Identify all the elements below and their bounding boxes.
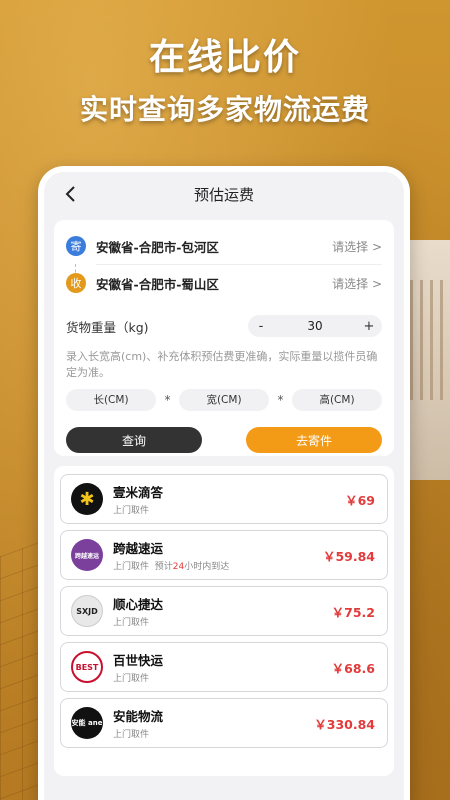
yimidida-logo-icon: ✱: [71, 483, 103, 515]
best-logo-icon: BEST: [71, 651, 103, 683]
sender-address: 安徽省-合肥市-包河区: [96, 239, 219, 255]
carrier-item[interactable]: 安能 ane 安能物流 上门取件 ￥330.84: [60, 698, 388, 748]
carrier-info: 壹米滴答 上门取件: [113, 482, 345, 516]
carrier-item[interactable]: SXJD 顺心捷达 上门取件 ￥75.2: [60, 586, 388, 636]
carrier-item[interactable]: 跨越速运 跨越速运 上门取件 预计24小时内到达 ￥59.84: [60, 530, 388, 580]
carrier-service: 上门取件: [113, 671, 332, 684]
weight-value[interactable]: 30: [274, 319, 356, 333]
carrier-price: ￥330.84: [314, 716, 375, 732]
promo-headline: 在线比价 实时查询多家物流运费: [0, 34, 450, 130]
service-type: 上门取件: [113, 730, 150, 740]
carrier-info: 百世快运 上门取件: [113, 650, 332, 684]
carrier-service: 上门取件: [113, 727, 314, 740]
receiver-badge: 收: [66, 273, 86, 293]
dimension-hint: 录入长宽高(cm)、补充体积预估费更准确，实际重量以揽件员确定为准。: [66, 350, 378, 379]
kuayue-logo-icon: 跨越速运: [71, 539, 103, 571]
sender-badge: 寄: [66, 236, 86, 256]
query-button[interactable]: 查询: [66, 427, 202, 453]
carrier-name: 安能物流: [113, 709, 164, 724]
service-type: 上门取件: [113, 562, 150, 572]
carrier-name: 壹米滴答: [113, 485, 164, 500]
service-type: 上门取件: [113, 674, 150, 684]
weight-label: 货物重量（kg): [66, 319, 149, 335]
length-input[interactable]: [66, 389, 156, 411]
carrier-service: 上门取件: [113, 503, 345, 516]
dimensions-row: * *: [66, 389, 382, 411]
carrier-item[interactable]: ✱ 壹米滴答 上门取件 ￥69: [60, 474, 388, 524]
shunxin-logo-icon: SXJD: [71, 595, 103, 627]
promo-title: 在线比价: [148, 37, 301, 78]
eta-hours: 24: [172, 562, 185, 572]
carrier-service: 上门取件: [113, 615, 332, 628]
carrier-name: 百世快运: [113, 653, 164, 668]
estimate-form: 寄 安徽省-合肥市-包河区 请选择 > 收 安徽省-合肥市-蜀山区 请选择 > …: [54, 220, 394, 456]
action-buttons: 查询 去寄件: [66, 427, 382, 453]
carrier-price: ￥75.2: [331, 604, 375, 620]
carrier-item[interactable]: BEST 百世快运 上门取件 ￥68.6: [60, 642, 388, 692]
carrier-info: 跨越速运 上门取件 预计24小时内到达: [113, 538, 323, 572]
dimension-separator: *: [164, 393, 171, 407]
nav-bar: 预估运费: [44, 172, 404, 216]
height-input[interactable]: [292, 389, 382, 411]
carrier-name: 跨越速运: [113, 541, 164, 556]
carrier-list: ✱ 壹米滴答 上门取件 ￥69 跨越速运 跨越速运 上门取件 预计24小时内到达…: [54, 466, 394, 776]
carrier-price: ￥69: [345, 492, 375, 508]
chevron-left-icon[interactable]: [62, 184, 80, 204]
eta-suffix: 小时内到达: [184, 562, 230, 572]
carrier-service: 上门取件 预计24小时内到达: [113, 559, 323, 572]
receiver-address: 安徽省-合肥市-蜀山区: [96, 276, 219, 292]
carrier-price: ￥68.6: [331, 660, 375, 676]
carrier-name: 顺心捷达: [113, 597, 164, 612]
service-type: 上门取件: [113, 618, 150, 628]
weight-stepper: - 30 +: [248, 315, 382, 337]
eta-prefix: 预计: [154, 562, 173, 572]
carrier-info: 顺心捷达 上门取件: [113, 594, 332, 628]
carrier-info: 安能物流 上门取件: [113, 706, 314, 740]
send-button[interactable]: 去寄件: [246, 427, 382, 453]
ane-logo-icon: 安能 ane: [71, 707, 103, 739]
width-input[interactable]: [179, 389, 269, 411]
receiver-select-link[interactable]: 请选择 >: [332, 275, 382, 292]
promo-subtitle: 实时查询多家物流运费: [79, 93, 370, 126]
service-type: 上门取件: [113, 506, 150, 516]
sender-address-row[interactable]: 寄 安徽省-合肥市-包河区 请选择 >: [66, 228, 382, 264]
weight-increase-button[interactable]: +: [356, 319, 382, 334]
carrier-price: ￥59.84: [322, 548, 375, 564]
phone-screen: 预估运费 寄 安徽省-合肥市-包河区 请选择 > 收 安徽省-合肥市-蜀山区 请…: [38, 166, 410, 800]
weight-row: 货物重量（kg) - 30 +: [66, 309, 382, 343]
sender-select-link[interactable]: 请选择 >: [332, 238, 382, 255]
dimension-separator: *: [277, 393, 284, 407]
weight-decrease-button[interactable]: -: [248, 319, 274, 334]
receiver-address-row[interactable]: 收 安徽省-合肥市-蜀山区 请选择 >: [66, 265, 382, 301]
page-title: 预估运费: [193, 185, 254, 204]
